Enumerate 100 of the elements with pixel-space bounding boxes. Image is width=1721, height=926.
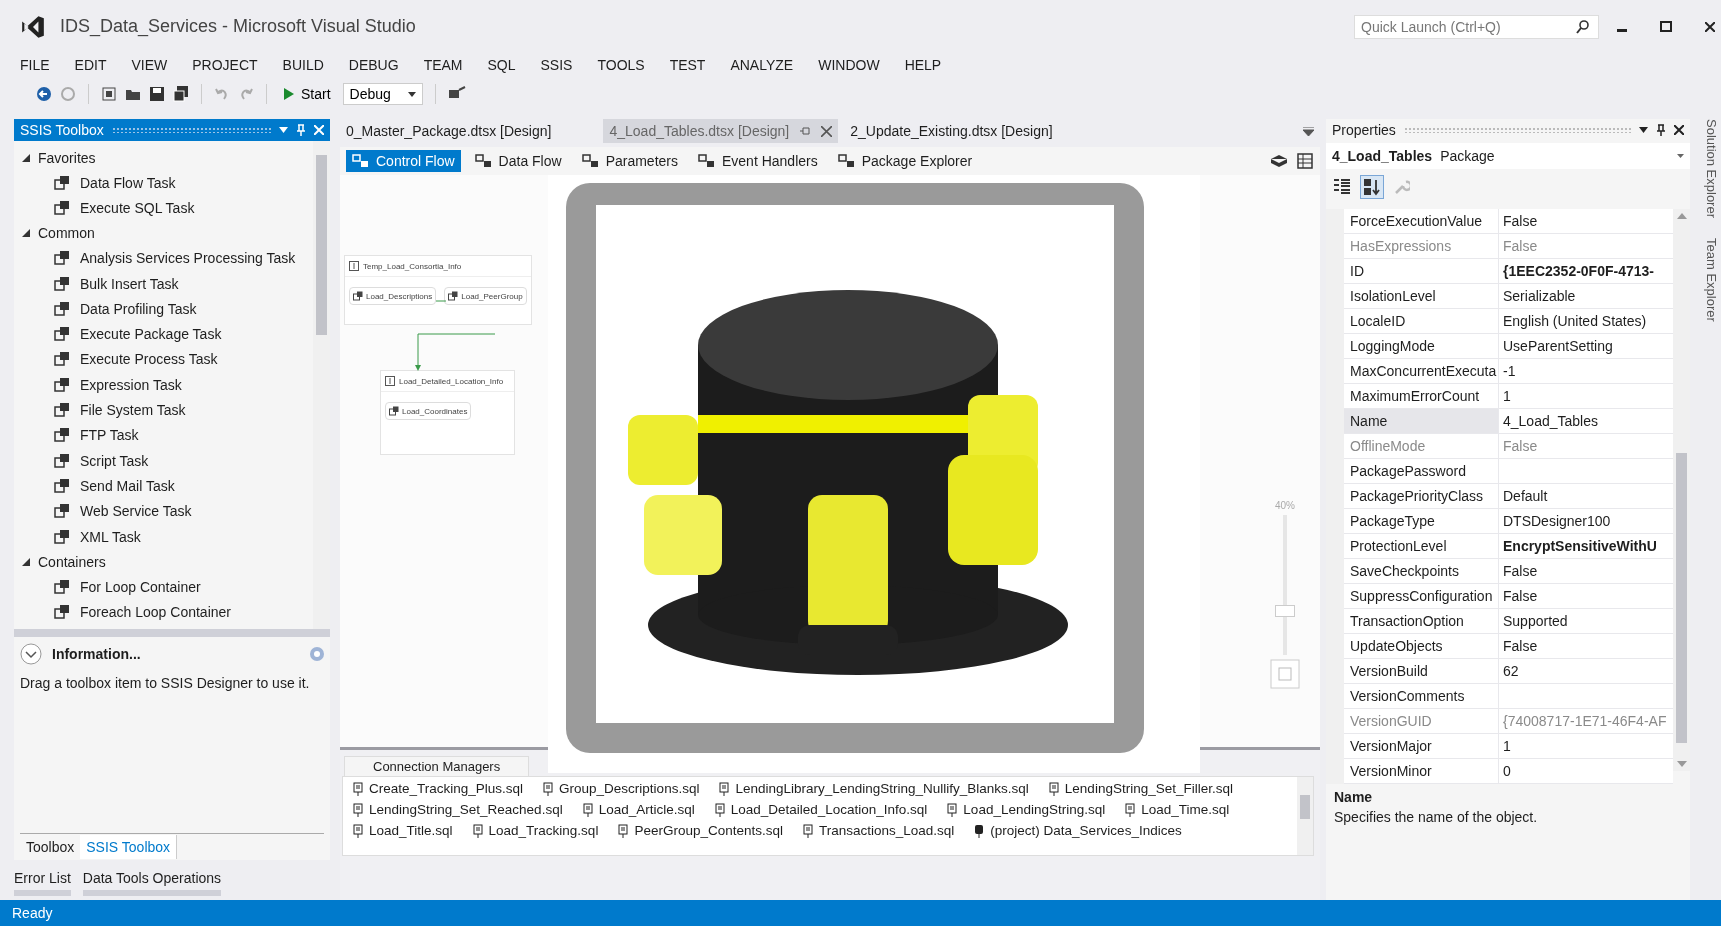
dropdown-arrow-icon[interactable]: [1639, 127, 1648, 133]
designer-tab[interactable]: Parameters: [575, 150, 684, 172]
connection-manager-item[interactable]: Group_Descriptions.sql: [543, 781, 700, 796]
property-value[interactable]: Serializable: [1499, 284, 1673, 308]
property-value[interactable]: 62: [1499, 659, 1673, 683]
side-tab[interactable]: Solution Explorer: [1698, 119, 1719, 218]
toolbox-item[interactable]: Script Task: [14, 447, 313, 474]
property-value[interactable]: {1EEC2352-0F0F-4713-: [1499, 259, 1673, 283]
toolbox-item[interactable]: Execute Process Task: [14, 346, 313, 373]
toolbox-item[interactable]: Web Service Task: [14, 498, 313, 524]
side-tab[interactable]: Team Explorer: [1698, 238, 1719, 322]
menu-item[interactable]: VIEW: [131, 57, 180, 73]
menu-item[interactable]: TEST: [669, 57, 718, 73]
connection-manager-item[interactable]: (project) Data_Services_Indices: [974, 823, 1182, 838]
group-header[interactable]: Containers: [14, 549, 313, 575]
connection-manager-item[interactable]: Load_Article.sql: [582, 802, 695, 817]
menu-item[interactable]: ANALYZE: [730, 57, 806, 73]
property-name[interactable]: Name: [1344, 409, 1499, 433]
designer-tab[interactable]: Control Flow: [346, 150, 461, 172]
menu-item[interactable]: DEBUG: [348, 57, 411, 73]
property-value[interactable]: -1: [1499, 359, 1673, 383]
property-value[interactable]: False: [1499, 559, 1673, 583]
property-name[interactable]: IsolationLevel: [1344, 284, 1499, 308]
container-node[interactable]: Temp_Load_Consortia_Info Load_Descriptions Load_PeerGroup: [344, 255, 532, 325]
property-value[interactable]: 1: [1499, 384, 1673, 408]
task-node[interactable]: Load_Descriptions: [349, 287, 437, 305]
toolbox-item[interactable]: File System Task: [14, 397, 313, 423]
menu-item[interactable]: TOOLS: [597, 57, 657, 73]
property-name[interactable]: PackagePassword: [1344, 459, 1499, 483]
connection-manager-item[interactable]: Load_Detailed_Location_Info.sql: [714, 802, 928, 817]
connection-manager-item[interactable]: PeerGroup_Contents.sql: [618, 823, 783, 838]
connection-manager-item[interactable]: Load_Tracking.sql: [472, 823, 599, 838]
property-name[interactable]: VersionMinor: [1344, 759, 1499, 783]
connection-managers-tab[interactable]: Connection Managers: [344, 756, 530, 776]
property-value[interactable]: 1: [1499, 734, 1673, 758]
categorized-icon[interactable]: [1332, 177, 1352, 197]
configuration-dropdown[interactable]: Debug: [342, 83, 423, 105]
property-value[interactable]: 0: [1499, 759, 1673, 783]
property-name[interactable]: VersionBuild: [1344, 659, 1499, 683]
object-selector[interactable]: 4_Load_Tables Package: [1326, 143, 1690, 169]
save-icon[interactable]: [149, 86, 165, 102]
task-node[interactable]: Load_PeerGroup: [444, 287, 527, 305]
designer-tab[interactable]: Event Handlers: [692, 150, 824, 172]
start-button[interactable]: Start: [279, 84, 335, 104]
scrollbar[interactable]: [313, 141, 330, 629]
menu-item[interactable]: WINDOW: [818, 57, 892, 73]
group-header[interactable]: Favorites: [14, 145, 313, 170]
menu-item[interactable]: SQL: [487, 57, 528, 73]
property-value[interactable]: English (United States): [1499, 309, 1673, 333]
toolbox-item[interactable]: Execute SQL Task: [14, 195, 313, 221]
property-name[interactable]: TransactionOption: [1344, 609, 1499, 633]
toolbox-item[interactable]: Data Flow Task: [14, 170, 313, 196]
property-value[interactable]: False: [1499, 209, 1673, 233]
connection-manager-item[interactable]: Transactions_Load.sql: [803, 823, 955, 838]
menu-item[interactable]: BUILD: [282, 57, 336, 73]
back-icon[interactable]: [36, 86, 52, 102]
connection-manager-item[interactable]: Load_Title.sql: [353, 823, 453, 838]
menu-item[interactable]: SSIS: [540, 57, 585, 73]
connection-manager-item[interactable]: Create_Tracking_Plus.sql: [353, 781, 524, 796]
property-name[interactable]: LoggingMode: [1344, 334, 1499, 358]
property-value[interactable]: False: [1499, 584, 1673, 608]
menu-item[interactable]: EDIT: [74, 57, 119, 73]
property-name[interactable]: ForceExecutionValue: [1344, 209, 1499, 233]
property-name[interactable]: MaximumErrorCount: [1344, 384, 1499, 408]
connection-manager-item[interactable]: LendingLibrary_LendingString_Nullify_Blanks.sql: [719, 781, 1029, 796]
pin-icon[interactable]: [1656, 124, 1666, 136]
property-value[interactable]: DTSDesigner100: [1499, 509, 1673, 533]
container-node[interactable]: Load_Detailed_Location_Info Load_Coordinates: [380, 370, 515, 455]
overflow-menu-icon[interactable]: [1303, 126, 1314, 136]
save-all-icon[interactable]: [173, 86, 189, 102]
toolbox-item[interactable]: Data Profiling Task: [14, 296, 313, 322]
property-value[interactable]: Supported: [1499, 609, 1673, 633]
property-name[interactable]: ProtectionLevel: [1344, 534, 1499, 558]
panel-tab[interactable]: Toolbox: [20, 835, 81, 859]
toolbox-item[interactable]: FTP Task: [14, 422, 313, 448]
collapse-icon[interactable]: [20, 643, 42, 665]
property-name[interactable]: SuppressConfiguration: [1344, 584, 1499, 608]
property-name[interactable]: ID: [1344, 259, 1499, 283]
property-name[interactable]: VersionComments: [1344, 684, 1499, 708]
menu-item[interactable]: FILE: [20, 57, 62, 73]
designer-tab[interactable]: Data Flow: [468, 150, 568, 172]
toolbox-item[interactable]: Expression Task: [14, 372, 313, 398]
property-name[interactable]: UpdateObjects: [1344, 634, 1499, 658]
scrollbar[interactable]: [1297, 777, 1313, 855]
variables-icon[interactable]: [1270, 153, 1288, 169]
property-value[interactable]: Default: [1499, 484, 1673, 508]
menu-item[interactable]: HELP: [904, 57, 954, 73]
property-name[interactable]: SaveCheckpoints: [1344, 559, 1499, 583]
new-project-icon[interactable]: [101, 86, 117, 102]
connection-manager-item[interactable]: LendingString_Set_Filler.sql: [1048, 781, 1233, 796]
property-name[interactable]: MaxConcurrentExecuta: [1344, 359, 1499, 383]
toolbox-item[interactable]: For Loop Container: [14, 574, 313, 600]
close-icon[interactable]: [1674, 125, 1684, 135]
group-header[interactable]: Common: [14, 220, 313, 246]
document-tab[interactable]: 0_Master_Package.dtsx [Design]: [340, 119, 558, 143]
menu-item[interactable]: PROJECT: [192, 57, 270, 73]
connection-manager-item[interactable]: Load_Time.sql: [1125, 802, 1230, 817]
document-tab[interactable]: 2_Update_Existing.dtsx [Design]: [844, 119, 1059, 143]
toolbox-item[interactable]: Send Mail Task: [14, 473, 313, 499]
panel-tab[interactable]: SSIS Toolbox: [80, 835, 178, 859]
